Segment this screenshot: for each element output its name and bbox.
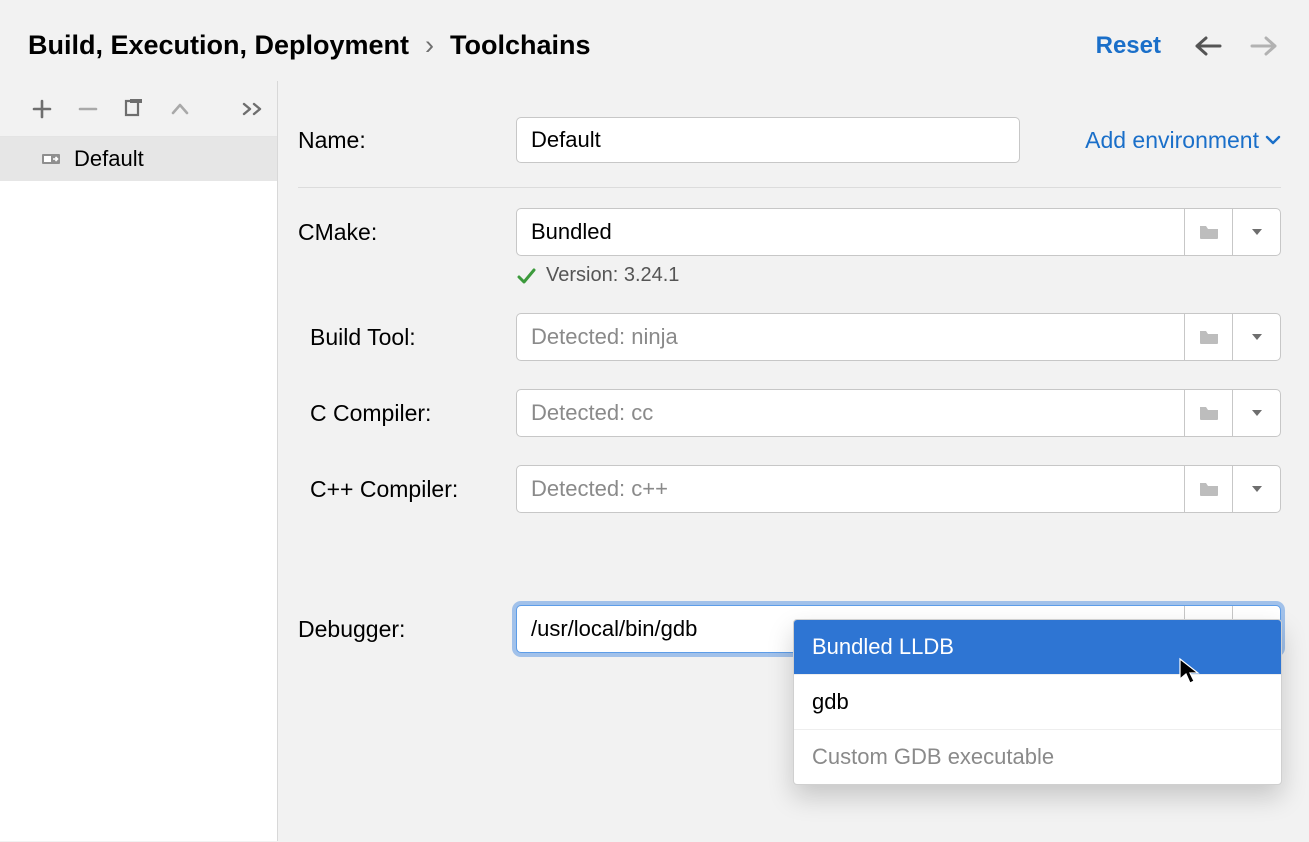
chevrons-right-icon [242, 102, 264, 116]
chevron-down-icon [1250, 406, 1264, 420]
chevron-down-icon [1250, 225, 1264, 239]
cmake-status-text: Version: 3.24.1 [546, 264, 679, 287]
ccompiler-browse-button[interactable] [1184, 390, 1232, 436]
breadcrumb-separator-icon: › [425, 30, 434, 61]
folder-icon [1198, 223, 1220, 241]
cmake-label: CMake: [298, 219, 516, 246]
check-icon [516, 266, 536, 286]
cmake-dropdown-button[interactable] [1232, 209, 1280, 255]
name-row: Name: Add environment [298, 103, 1281, 188]
breadcrumb-parent[interactable]: Build, Execution, Deployment [28, 30, 409, 61]
toolchain-sidebar: Default [0, 81, 278, 841]
copy-icon [123, 98, 145, 120]
reset-link[interactable]: Reset [1096, 32, 1161, 60]
buildtool-browse-button[interactable] [1184, 314, 1232, 360]
arrow-left-icon [1194, 35, 1222, 57]
chevron-down-icon [1250, 482, 1264, 496]
cxxcompiler-combo[interactable]: Detected: c++ [516, 465, 1281, 513]
sidebar-toolbar [0, 81, 277, 137]
cmake-browse-button[interactable] [1184, 209, 1232, 255]
cxxcompiler-label: C++ Compiler: [298, 476, 516, 503]
chevron-down-icon [1250, 330, 1264, 344]
cmake-status: Version: 3.24.1 [298, 264, 1281, 287]
move-up-button[interactable] [166, 95, 194, 123]
buildtool-label: Build Tool: [298, 324, 516, 351]
folder-icon [1198, 480, 1220, 498]
cmake-value: Bundled [517, 209, 1184, 255]
folder-icon [1198, 328, 1220, 346]
chevron-down-icon [1265, 134, 1281, 146]
breadcrumb-current: Toolchains [450, 30, 591, 61]
cmake-row: CMake: Bundled [298, 194, 1281, 270]
ccompiler-row: C Compiler: Detected: cc [298, 375, 1281, 451]
toolchain-form: Name: Add environment CMake: Bundled [278, 81, 1309, 841]
chevron-up-icon [171, 102, 189, 116]
add-environment-link[interactable]: Add environment [1085, 127, 1281, 154]
copy-toolchain-button[interactable] [120, 95, 148, 123]
remove-toolchain-button[interactable] [74, 95, 102, 123]
cxxcompiler-dropdown-button[interactable] [1232, 466, 1280, 512]
buildtool-row: Build Tool: Detected: ninja [298, 299, 1281, 375]
plus-icon [32, 99, 52, 119]
minus-icon [78, 99, 98, 119]
buildtool-value: Detected: ninja [517, 314, 1184, 360]
back-button[interactable] [1191, 33, 1225, 59]
ccompiler-dropdown-button[interactable] [1232, 390, 1280, 436]
settings-header: Build, Execution, Deployment › Toolchain… [0, 0, 1309, 81]
debugger-option-gdb[interactable]: gdb [794, 675, 1281, 730]
ccompiler-value: Detected: cc [517, 390, 1184, 436]
name-label: Name: [298, 127, 516, 154]
option-label: Bundled LLDB [812, 634, 954, 659]
debugger-dropdown-popup: Bundled LLDB gdb Custom GDB executable [793, 619, 1282, 785]
sidebar-item-label: Default [74, 146, 144, 172]
ccompiler-combo[interactable]: Detected: cc [516, 389, 1281, 437]
more-actions-button[interactable] [239, 95, 267, 123]
debugger-option-bundled-lldb[interactable]: Bundled LLDB [794, 620, 1281, 675]
name-input[interactable] [516, 117, 1020, 163]
toolchain-list: Default [0, 137, 277, 841]
add-toolchain-button[interactable] [28, 95, 56, 123]
debugger-option-custom[interactable]: Custom GDB executable [794, 730, 1281, 784]
buildtool-dropdown-button[interactable] [1232, 314, 1280, 360]
cxxcompiler-value: Detected: c++ [517, 466, 1184, 512]
cxxcompiler-browse-button[interactable] [1184, 466, 1232, 512]
debugger-label: Debugger: [298, 616, 516, 643]
ccompiler-label: C Compiler: [298, 400, 516, 427]
folder-icon [1198, 404, 1220, 422]
buildtool-combo[interactable]: Detected: ninja [516, 313, 1281, 361]
breadcrumb: Build, Execution, Deployment › Toolchain… [28, 30, 591, 61]
forward-button [1247, 33, 1281, 59]
sidebar-item-default[interactable]: Default [0, 137, 277, 181]
nav-arrows [1191, 33, 1281, 59]
cmake-combo[interactable]: Bundled [516, 208, 1281, 256]
option-label: Custom GDB executable [812, 744, 1054, 769]
cxxcompiler-row: C++ Compiler: Detected: c++ [298, 451, 1281, 527]
add-environment-label: Add environment [1085, 127, 1259, 154]
option-label: gdb [812, 689, 849, 714]
arrow-right-icon [1250, 35, 1278, 57]
toolchain-icon [40, 148, 62, 170]
